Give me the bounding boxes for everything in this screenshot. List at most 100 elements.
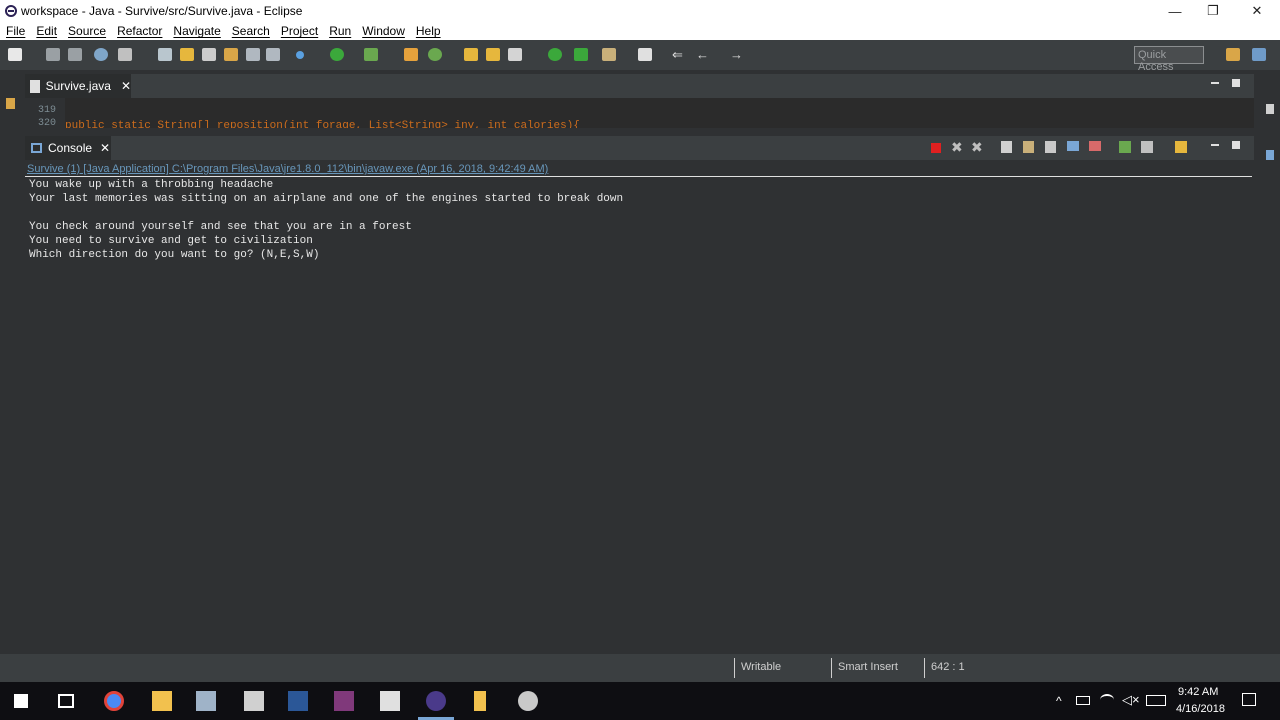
console-divider bbox=[25, 176, 1252, 177]
menu-refactor[interactable]: Refactor bbox=[117, 24, 162, 38]
save-all-icon[interactable] bbox=[68, 48, 82, 61]
open-perspective-icon[interactable] bbox=[1226, 48, 1240, 61]
paint-icon[interactable] bbox=[518, 691, 538, 711]
wifi-icon[interactable] bbox=[1100, 694, 1114, 706]
console-tab-bar: Console ✕ ✖ ✖ bbox=[25, 136, 1254, 160]
menu-search[interactable]: Search bbox=[232, 24, 270, 38]
forward-icon[interactable]: → bbox=[730, 48, 743, 61]
console-output[interactable]: Survive (1) [Java Application] C:\Progra… bbox=[25, 160, 1254, 654]
debug-run-icon[interactable] bbox=[296, 51, 304, 59]
menu-project[interactable]: Project bbox=[281, 24, 318, 38]
display-console-icon[interactable] bbox=[1141, 141, 1153, 153]
outline-icon[interactable] bbox=[246, 48, 260, 61]
tab-console[interactable]: Console ✕ bbox=[25, 136, 111, 160]
quick-access-field[interactable]: Quick Access bbox=[1134, 46, 1204, 73]
menu-source[interactable]: Source bbox=[68, 24, 106, 38]
next-annotation-icon[interactable] bbox=[638, 48, 652, 61]
skip-breakpoints-icon[interactable] bbox=[94, 48, 108, 61]
pencil-icon[interactable] bbox=[508, 48, 522, 61]
menu-edit[interactable]: Edit bbox=[36, 24, 57, 38]
new-class-icon[interactable] bbox=[428, 48, 442, 61]
line-number: 320 bbox=[38, 118, 57, 128]
eclipse-taskbar-icon[interactable] bbox=[426, 691, 446, 711]
open-folder-icon[interactable] bbox=[464, 48, 478, 61]
jgrasp-icon[interactable] bbox=[380, 691, 400, 711]
perspective-run-icon[interactable] bbox=[548, 48, 562, 61]
show-hidden-icons[interactable]: ^ bbox=[1056, 694, 1062, 708]
code-editor[interactable]: 319 320 public static String[] repositio… bbox=[25, 98, 1254, 128]
back-icon[interactable]: ← bbox=[696, 48, 709, 61]
sticky-notes-icon[interactable] bbox=[474, 691, 486, 711]
restore-icon[interactable] bbox=[6, 98, 15, 109]
status-bar: Writable Smart Insert 642 : 1 bbox=[0, 654, 1280, 682]
onenote-icon[interactable] bbox=[334, 691, 354, 711]
remove-all-launches-icon[interactable]: ✖ bbox=[971, 140, 983, 154]
keyboard-icon[interactable] bbox=[1146, 695, 1166, 706]
remove-launch-icon[interactable]: ✖ bbox=[951, 140, 963, 154]
console-line: Which direction do you want to go? (N,E,… bbox=[29, 249, 320, 261]
clock-time[interactable]: 9:42 AM bbox=[1178, 686, 1218, 698]
chrome-icon[interactable] bbox=[104, 691, 124, 711]
battery-icon[interactable] bbox=[1076, 696, 1090, 705]
maximize-editor-icon[interactable] bbox=[1232, 79, 1240, 87]
close-editor-icon[interactable]: ✕ bbox=[121, 79, 131, 93]
tab-survive-java[interactable]: Survive.java ✕ bbox=[25, 74, 131, 98]
eclipse-logo-icon bbox=[5, 5, 17, 17]
open-package-icon[interactable] bbox=[486, 48, 500, 61]
console-line: Your last memories was sitting on an air… bbox=[29, 193, 624, 205]
coverage-icon[interactable] bbox=[364, 48, 378, 61]
pin-console-icon[interactable] bbox=[1119, 141, 1131, 153]
show-stderr-icon[interactable] bbox=[1089, 141, 1101, 151]
menu-navigate[interactable]: Navigate bbox=[173, 24, 220, 38]
windows-start-icon[interactable] bbox=[14, 694, 28, 708]
task-icon[interactable] bbox=[202, 48, 216, 61]
file-explorer-icon[interactable] bbox=[152, 691, 172, 711]
window-title-bar: workspace - Java - Survive/src/Survive.j… bbox=[0, 0, 1280, 22]
scroll-lock-icon[interactable] bbox=[1023, 141, 1034, 153]
console-icon bbox=[31, 143, 42, 153]
save-icon[interactable] bbox=[46, 48, 60, 61]
java-file-icon bbox=[30, 79, 40, 93]
new-icon[interactable] bbox=[8, 48, 22, 61]
new-java-project-icon[interactable] bbox=[404, 48, 418, 61]
calculator-icon[interactable] bbox=[244, 691, 264, 711]
action-center-icon[interactable] bbox=[1242, 693, 1256, 706]
perspective-green-icon[interactable] bbox=[574, 48, 588, 61]
open-console-icon[interactable] bbox=[1175, 141, 1187, 153]
word-wrap-icon[interactable] bbox=[1045, 141, 1056, 153]
outline-view-icon[interactable] bbox=[1266, 104, 1274, 114]
debug-icon[interactable] bbox=[118, 48, 132, 61]
hierarchy-icon[interactable] bbox=[266, 48, 280, 61]
clock-date[interactable]: 4/16/2018 bbox=[1176, 703, 1225, 715]
left-trim bbox=[0, 70, 22, 680]
close-console-icon[interactable]: ✕ bbox=[100, 141, 110, 155]
brush-icon[interactable] bbox=[180, 48, 194, 61]
terminate-icon[interactable] bbox=[931, 143, 941, 153]
menu-run[interactable]: Run bbox=[329, 24, 351, 38]
writable-status: Writable bbox=[734, 658, 828, 678]
menu-bar: File Edit Source Refactor Navigate Searc… bbox=[0, 22, 1280, 40]
open-type-icon[interactable] bbox=[158, 48, 172, 61]
open-task-icon[interactable] bbox=[224, 48, 238, 61]
task-list-icon[interactable] bbox=[1266, 150, 1274, 160]
close-button[interactable]: ✕ bbox=[1234, 0, 1280, 22]
minimize-console-icon[interactable] bbox=[1211, 144, 1219, 146]
java-perspective-icon[interactable] bbox=[1252, 48, 1266, 61]
menu-window[interactable]: Window bbox=[362, 24, 405, 38]
maximize-console-icon[interactable] bbox=[1232, 141, 1240, 149]
word-icon[interactable] bbox=[288, 691, 308, 711]
minimize-editor-icon[interactable] bbox=[1211, 82, 1219, 84]
volume-icon[interactable]: ◁× bbox=[1122, 692, 1140, 708]
task-view-icon[interactable] bbox=[58, 694, 74, 708]
run-icon[interactable] bbox=[330, 48, 344, 61]
photos-icon[interactable] bbox=[196, 691, 216, 711]
show-stdout-icon[interactable] bbox=[1067, 141, 1079, 151]
console-line: You check around yourself and see that y… bbox=[29, 221, 412, 233]
annotation-icon[interactable] bbox=[602, 48, 616, 61]
menu-help[interactable]: Help bbox=[416, 24, 441, 38]
console-tab-label: Console bbox=[48, 141, 93, 155]
menu-file[interactable]: File bbox=[6, 24, 25, 38]
restore-button[interactable]: ❐ bbox=[1190, 0, 1236, 22]
clear-console-icon[interactable] bbox=[1001, 141, 1012, 153]
last-edit-icon[interactable]: ⇐ bbox=[672, 48, 683, 61]
